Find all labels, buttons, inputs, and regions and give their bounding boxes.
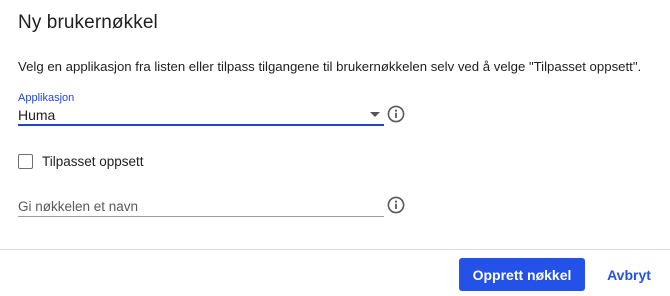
custom-setup-checkbox[interactable] — [18, 153, 33, 169]
dialog-title: Ny brukernøkkel — [18, 12, 158, 33]
select-underline — [18, 124, 384, 126]
info-icon[interactable] — [387, 105, 405, 123]
application-select-label: Applikasjon — [18, 92, 75, 104]
application-select[interactable]: Applikasjon Huma — [18, 92, 384, 126]
application-select-value: Huma — [18, 107, 56, 123]
key-name-input[interactable] — [18, 196, 384, 217]
chevron-down-icon[interactable] — [370, 112, 380, 117]
new-user-key-dialog: Ny brukernøkkel Velg en applikasjon fra … — [0, 0, 670, 296]
footer-divider — [0, 249, 670, 250]
cancel-button[interactable]: Avbryt — [598, 258, 660, 291]
create-key-button[interactable]: Opprett nøkkel — [459, 258, 585, 291]
info-icon[interactable] — [387, 196, 405, 214]
custom-setup-checkbox-row[interactable]: Tilpasset oppsett — [18, 151, 144, 171]
dialog-description: Velg en applikasjon fra listen eller til… — [18, 59, 642, 74]
custom-setup-label: Tilpasset oppsett — [42, 153, 144, 169]
